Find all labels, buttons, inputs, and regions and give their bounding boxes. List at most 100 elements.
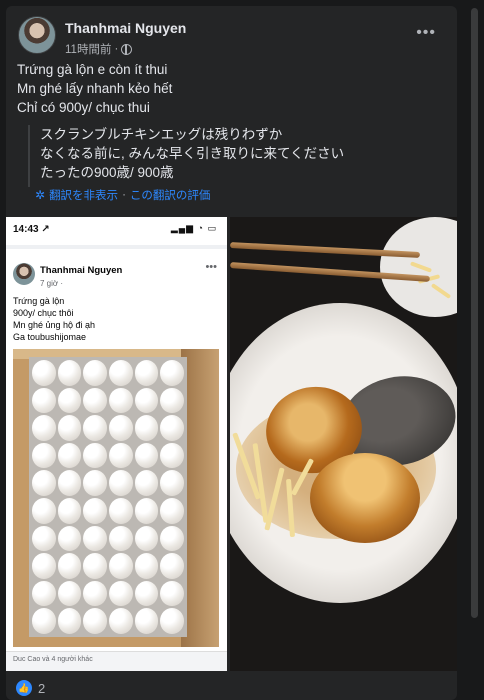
phone-status-icons: ▂▄▆ ◔ ▭ xyxy=(170,223,217,233)
egg xyxy=(57,470,82,496)
egg xyxy=(134,360,159,386)
post-meta: 11時間前 · xyxy=(65,41,133,57)
egg xyxy=(32,525,56,552)
egg xyxy=(108,442,133,469)
egg xyxy=(32,415,56,441)
egg xyxy=(83,498,107,524)
screenshot-text: Trứng gà lộn 900y/ chục thôi Mn ghé ủng … xyxy=(13,295,95,343)
globe-icon[interactable] xyxy=(121,43,133,55)
egg xyxy=(134,470,159,496)
screenshot-text-line: Ga toubushijomae xyxy=(13,332,87,342)
egg xyxy=(108,415,133,441)
egg xyxy=(108,580,133,607)
egg xyxy=(134,608,159,634)
egg xyxy=(83,525,107,552)
scrollbar-track[interactable] xyxy=(462,0,484,700)
translation-line: なくなる前に, みんな早く引き取りに来てください xyxy=(40,146,345,161)
egg xyxy=(57,525,82,552)
hide-translation-link[interactable]: 翻訳を非表示 xyxy=(49,187,118,203)
egg xyxy=(108,360,133,386)
egg xyxy=(160,498,184,524)
egg xyxy=(134,553,159,579)
egg xyxy=(32,580,56,607)
screenshot-reactions: Duc Cao và 4 người khác xyxy=(6,651,227,671)
egg xyxy=(57,415,82,441)
screenshot-text-line: Trứng gà lộn xyxy=(13,296,65,306)
egg xyxy=(108,387,133,414)
egg xyxy=(57,580,82,607)
egg xyxy=(134,415,159,441)
egg xyxy=(57,608,82,634)
egg xyxy=(160,608,184,634)
translation-settings-icon[interactable]: ✲ xyxy=(35,188,45,202)
photo-balut-bowl[interactable] xyxy=(230,217,457,671)
egg xyxy=(32,470,56,496)
author-name[interactable]: Thanhmai Nguyen xyxy=(65,20,186,36)
translation-separator: · xyxy=(122,189,126,201)
post-text: Trứng gà lộn e còn ít thui Mn ghé lấy nh… xyxy=(17,60,172,117)
post-time[interactable]: 11時間前 xyxy=(65,41,111,57)
egg xyxy=(32,553,56,579)
egg xyxy=(134,498,159,524)
photo-screenshot[interactable]: 14:43 ↗ ▂▄▆ ◔ ▭ Thanhmai Nguyen 7 giờ · … xyxy=(6,217,227,671)
egg xyxy=(83,415,107,441)
egg xyxy=(32,387,56,414)
egg xyxy=(134,442,159,469)
egg xyxy=(108,553,133,579)
egg xyxy=(32,608,56,634)
translation-line: スクランブルチキンエッグは残りわずか xyxy=(40,127,283,142)
like-icon: 👍 xyxy=(16,680,32,696)
scrollbar-thumb[interactable] xyxy=(471,8,478,618)
egg xyxy=(108,608,133,634)
egg xyxy=(83,387,107,414)
post-text-line: Mn ghé lấy nhanh kẻo hết xyxy=(17,81,173,96)
phone-status-time: 14:43 ↗ xyxy=(13,224,50,235)
reaction-summary[interactable]: 👍 2 xyxy=(16,680,45,696)
post-text-line: Trứng gà lộn e còn ít thui xyxy=(17,62,168,77)
translation-block: スクランブルチキンエッグは残りわずか なくなる前に, みんな早く引き取りに来てく… xyxy=(28,125,440,187)
post-text-line: Chỉ có 900y/ chục thui xyxy=(17,100,150,115)
reaction-count: 2 xyxy=(38,680,46,696)
egg xyxy=(134,580,159,607)
screenshot-text-line: 900y/ chục thôi xyxy=(13,308,74,318)
egg xyxy=(32,442,56,469)
egg xyxy=(160,580,184,607)
author-avatar[interactable] xyxy=(18,16,56,54)
egg xyxy=(57,360,82,386)
egg xyxy=(83,470,107,496)
photo-grid: 14:43 ↗ ▂▄▆ ◔ ▭ Thanhmai Nguyen 7 giờ · … xyxy=(6,217,457,671)
egg xyxy=(83,360,107,386)
egg xyxy=(160,387,184,414)
egg xyxy=(160,470,184,496)
egg xyxy=(57,442,82,469)
translation-line: たったの900歳/ 900歳 xyxy=(40,165,174,180)
translation-links: ✲ 翻訳を非表示 · この翻訳の評価 xyxy=(35,187,210,203)
screenshot-avatar xyxy=(13,263,35,285)
egg xyxy=(108,525,133,552)
screenshot-text-line: Mn ghé ủng hộ đi ạh xyxy=(13,320,96,330)
post-header: Thanhmai Nguyen 11時間前 · ••• xyxy=(16,16,446,60)
egg xyxy=(108,498,133,524)
screenshot-meta: 7 giờ · xyxy=(40,279,64,288)
egg xyxy=(57,387,82,414)
egg xyxy=(57,498,82,524)
rate-translation-link[interactable]: この翻訳の評価 xyxy=(130,187,211,203)
screenshot-more-icon: ••• xyxy=(205,261,217,273)
egg xyxy=(134,525,159,552)
egg xyxy=(160,442,184,469)
egg xyxy=(160,360,184,386)
meta-separator: · xyxy=(114,43,119,55)
egg xyxy=(32,360,56,386)
egg xyxy=(83,608,107,634)
egg xyxy=(160,415,184,441)
phone-divider xyxy=(6,245,227,249)
egg xyxy=(160,553,184,579)
egg xyxy=(83,580,107,607)
post-card: Thanhmai Nguyen 11時間前 · ••• Trứng gà lộn… xyxy=(6,6,457,700)
more-options-icon[interactable]: ••• xyxy=(416,24,436,42)
egg xyxy=(32,498,56,524)
egg xyxy=(83,553,107,579)
egg xyxy=(160,525,184,552)
egg xyxy=(57,553,82,579)
screenshot-author: Thanhmai Nguyen xyxy=(40,265,123,276)
